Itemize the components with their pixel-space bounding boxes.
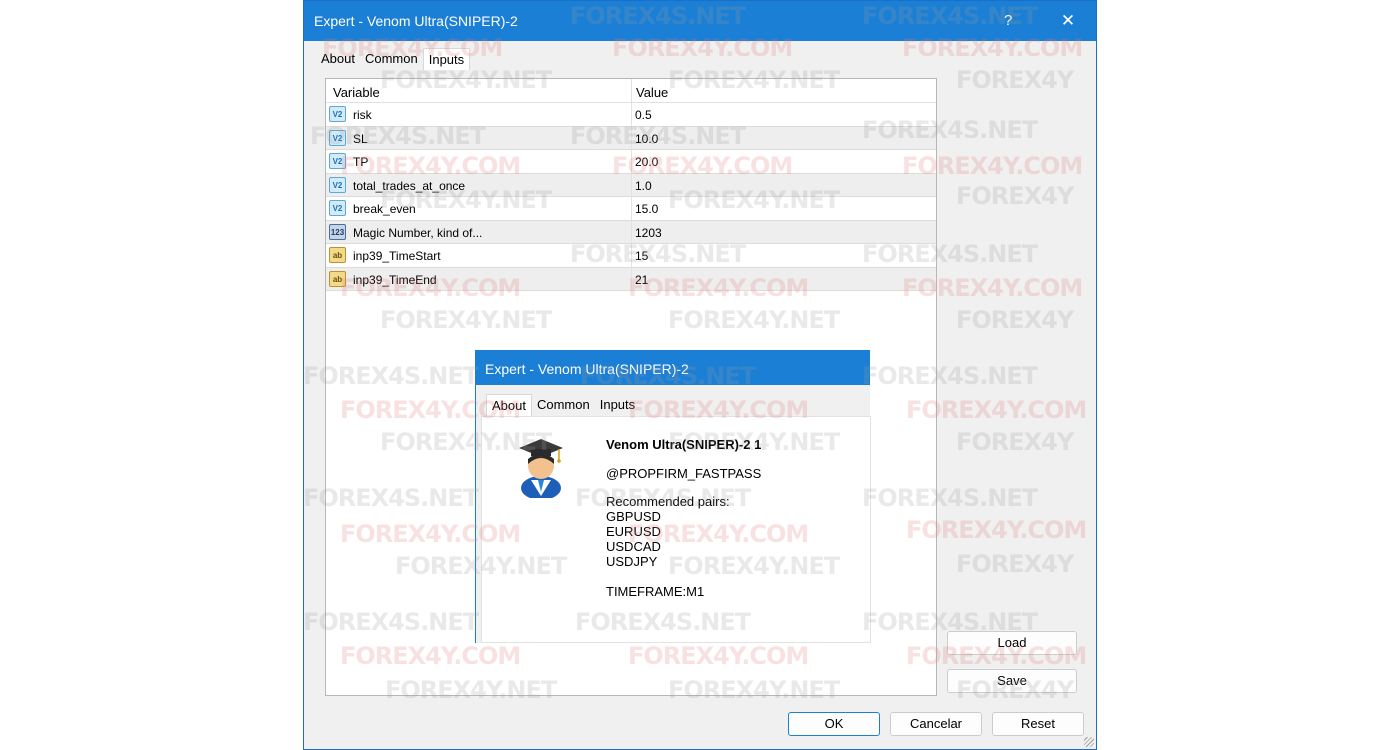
variable-value[interactable]: 21 — [635, 273, 648, 287]
variable-name: SL — [353, 131, 368, 146]
table-row[interactable]: V2 TP 20.0 — [326, 150, 936, 174]
table-row[interactable]: 123 Magic Number, kind of... 1203 — [326, 220, 936, 244]
expert-name: Venom Ultra(SNIPER)-2 1 — [606, 437, 762, 452]
help-icon[interactable]: ? — [1004, 12, 1012, 29]
tab-inputs[interactable]: Inputs — [422, 48, 471, 70]
variable-name: inp39_TimeStart — [353, 249, 441, 263]
double-param-icon: V2 — [329, 200, 346, 216]
double-param-icon: V2 — [329, 106, 346, 122]
close-icon[interactable]: ✕ — [1056, 9, 1080, 33]
column-divider — [631, 267, 632, 290]
expert-graduate-icon — [519, 439, 563, 498]
column-divider[interactable] — [631, 79, 632, 103]
about-tab-about[interactable]: About — [486, 394, 532, 416]
tab-common[interactable]: Common — [360, 48, 423, 70]
variable-name: Magic Number, kind of... — [353, 225, 483, 240]
variable-value[interactable]: 20.0 — [635, 155, 658, 169]
double-param-icon: V2 — [329, 129, 346, 146]
column-divider — [631, 244, 632, 267]
string-param-icon: ab — [329, 270, 346, 287]
column-divider — [631, 197, 632, 220]
variable-value[interactable]: 10.0 — [635, 132, 658, 146]
column-header-value[interactable]: Value — [636, 85, 668, 100]
tab-about[interactable]: About — [316, 48, 360, 70]
about-dialog-overlay: Expert - Venom Ultra(SNIPER)-2 About Com… — [475, 350, 871, 643]
variable-name: TP — [353, 155, 369, 169]
variable-name: break_even — [353, 202, 416, 216]
table-row[interactable]: V2 risk 0.5 — [326, 103, 936, 127]
expert-description: Recommended pairs: GBPUSD EURUSD USDCAD … — [606, 494, 730, 599]
table-row[interactable]: ab inp39_TimeStart 15 — [326, 244, 936, 268]
resize-grip[interactable] — [1084, 737, 1094, 747]
table-row[interactable]: ab inp39_TimeEnd 21 — [326, 267, 936, 291]
expert-author: @PROPFIRM_FASTPASS — [606, 466, 762, 481]
string-param-icon: ab — [329, 247, 346, 263]
load-button[interactable]: Load — [947, 631, 1077, 655]
about-tab-bar: About Common Inputs — [486, 394, 640, 416]
double-param-icon: V2 — [329, 176, 346, 193]
column-divider — [631, 126, 632, 149]
about-tab-inputs[interactable]: Inputs — [595, 394, 640, 416]
variable-name: inp39_TimeEnd — [353, 272, 437, 287]
window-title: Expert - Venom Ultra(SNIPER)-2 — [314, 13, 518, 29]
about-content: Venom Ultra(SNIPER)-2 1 @PROPFIRM_FASTPA… — [481, 416, 871, 643]
double-param-icon: V2 — [329, 153, 346, 169]
reset-button[interactable]: Reset — [992, 712, 1084, 736]
variable-value[interactable]: 15 — [635, 249, 648, 263]
variable-name: total_trades_at_once — [353, 178, 466, 193]
about-window-title: Expert - Venom Ultra(SNIPER)-2 — [485, 361, 689, 377]
about-title-bar: Expert - Venom Ultra(SNIPER)-2 — [476, 350, 870, 385]
about-tab-common[interactable]: Common — [532, 394, 595, 416]
column-divider — [631, 103, 632, 126]
integer-param-icon: 123 — [329, 223, 346, 240]
column-divider — [631, 173, 632, 196]
variable-value[interactable]: 15.0 — [635, 202, 658, 216]
variable-value[interactable]: 1203 — [635, 226, 662, 240]
cancel-button[interactable]: Cancelar — [890, 712, 982, 736]
column-header-variable[interactable]: Variable — [333, 85, 380, 100]
title-bar: Expert - Venom Ultra(SNIPER)-2 ? ✕ — [304, 1, 1096, 41]
grid-header: Variable Value — [326, 79, 936, 103]
table-row[interactable]: V2 break_even 15.0 — [326, 197, 936, 221]
variable-value[interactable]: 0.5 — [635, 108, 652, 122]
column-divider — [631, 220, 632, 243]
variable-name: risk — [353, 108, 372, 122]
tab-bar: About Common Inputs — [316, 48, 471, 70]
column-divider — [631, 150, 632, 173]
table-row[interactable]: V2 SL 10.0 — [326, 126, 936, 150]
variable-value[interactable]: 1.0 — [635, 179, 652, 193]
ok-button[interactable]: OK — [788, 712, 880, 736]
table-row[interactable]: V2 total_trades_at_once 1.0 — [326, 173, 936, 197]
save-button[interactable]: Save — [947, 669, 1077, 693]
